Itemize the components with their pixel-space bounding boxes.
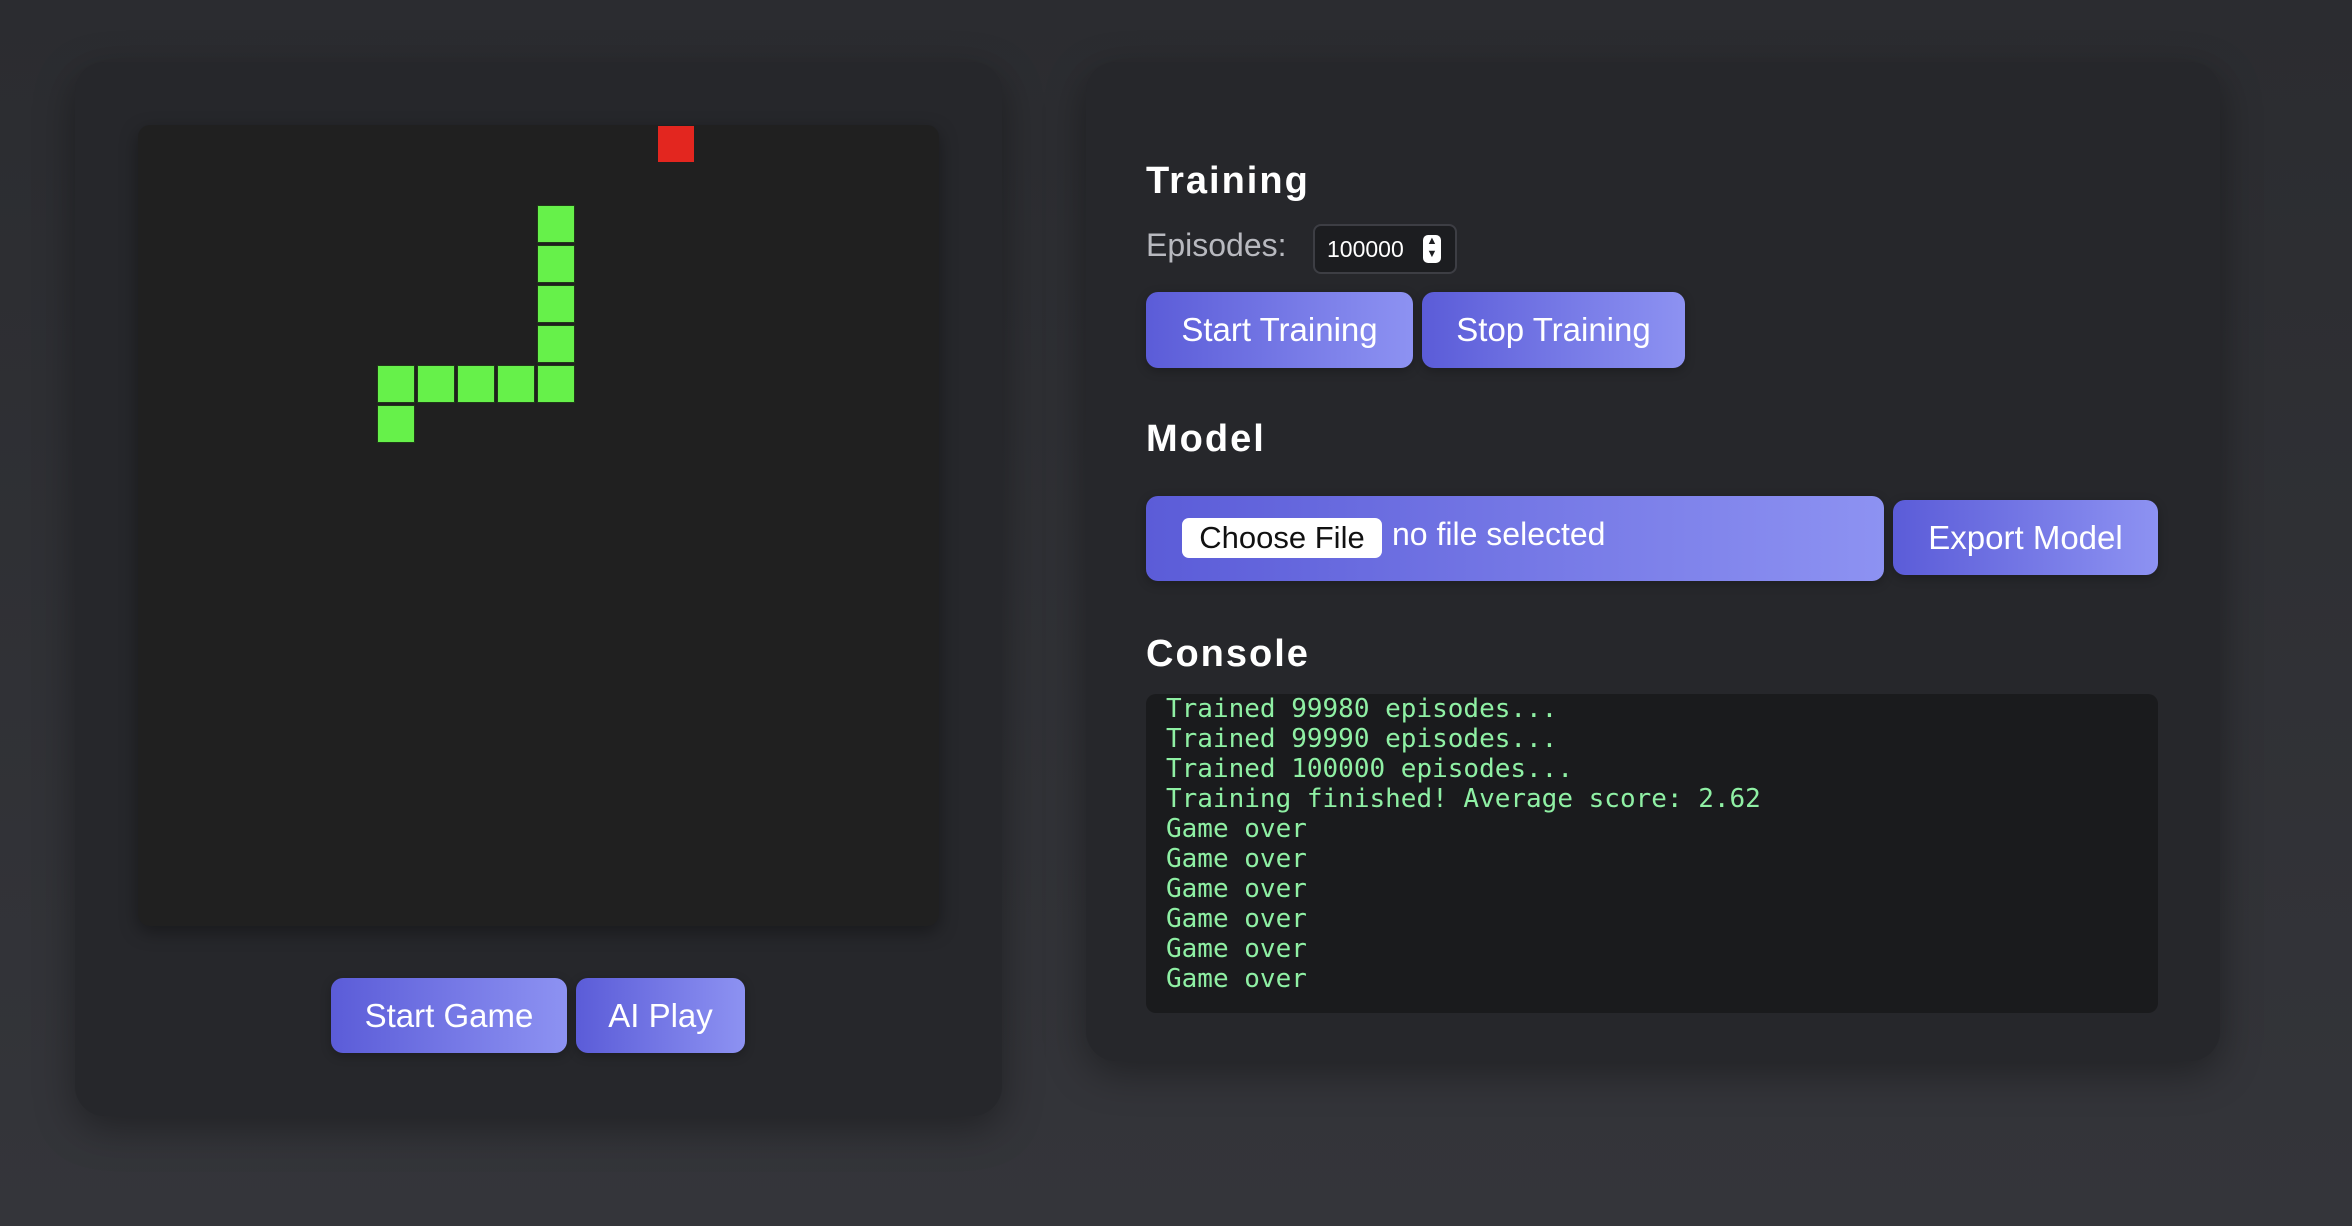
console-line: Game over [1166,904,1307,934]
console-line: Game over [1166,844,1307,874]
snake-segment [377,405,415,443]
model-file-input[interactable]: Choose File no file selected [1146,496,1884,581]
console-line: Game over [1166,814,1307,844]
number-spinner-icon[interactable]: ▲ ▼ [1423,235,1441,263]
snake-segment [457,365,495,403]
model-title: Model [1146,418,1266,460]
console-line: Game over [1166,964,1307,994]
food-cell [658,126,694,162]
snake-segment [537,245,575,283]
snake-segment [417,365,455,403]
console-line: Trained 99990 episodes... [1166,724,1558,754]
console-output[interactable]: Trained 99980 episodes... Trained 99990 … [1146,694,2158,1013]
start-training-button[interactable]: Start Training [1146,292,1413,368]
start-game-button[interactable]: Start Game [331,978,567,1053]
episodes-value: 100000 [1327,235,1404,262]
snake-segment [377,365,415,403]
console-title: Console [1146,633,1310,675]
console-line: Game over [1166,874,1307,904]
choose-file-button[interactable]: Choose File [1182,518,1382,558]
episodes-input[interactable]: 100000 ▲ ▼ [1313,224,1457,274]
snake-segment [537,205,575,243]
snake-segment [537,325,575,363]
stop-training-button[interactable]: Stop Training [1422,292,1685,368]
file-status-text: no file selected [1392,516,1606,552]
game-board[interactable] [138,125,939,926]
snake-segment [537,365,575,403]
episodes-label: Episodes: [1146,227,1287,263]
console-line: Training finished! Average score: 2.62 [1166,784,1761,814]
console-line: Game over [1166,934,1307,964]
console-line: Trained 99980 episodes... [1166,694,1558,724]
console-line: Trained 100000 episodes... [1166,754,1573,784]
ai-play-button[interactable]: AI Play [576,978,745,1053]
snake-segment [497,365,535,403]
training-title: Training [1146,160,1310,202]
snake-segment [537,285,575,323]
export-model-button[interactable]: Export Model [1893,500,2158,575]
